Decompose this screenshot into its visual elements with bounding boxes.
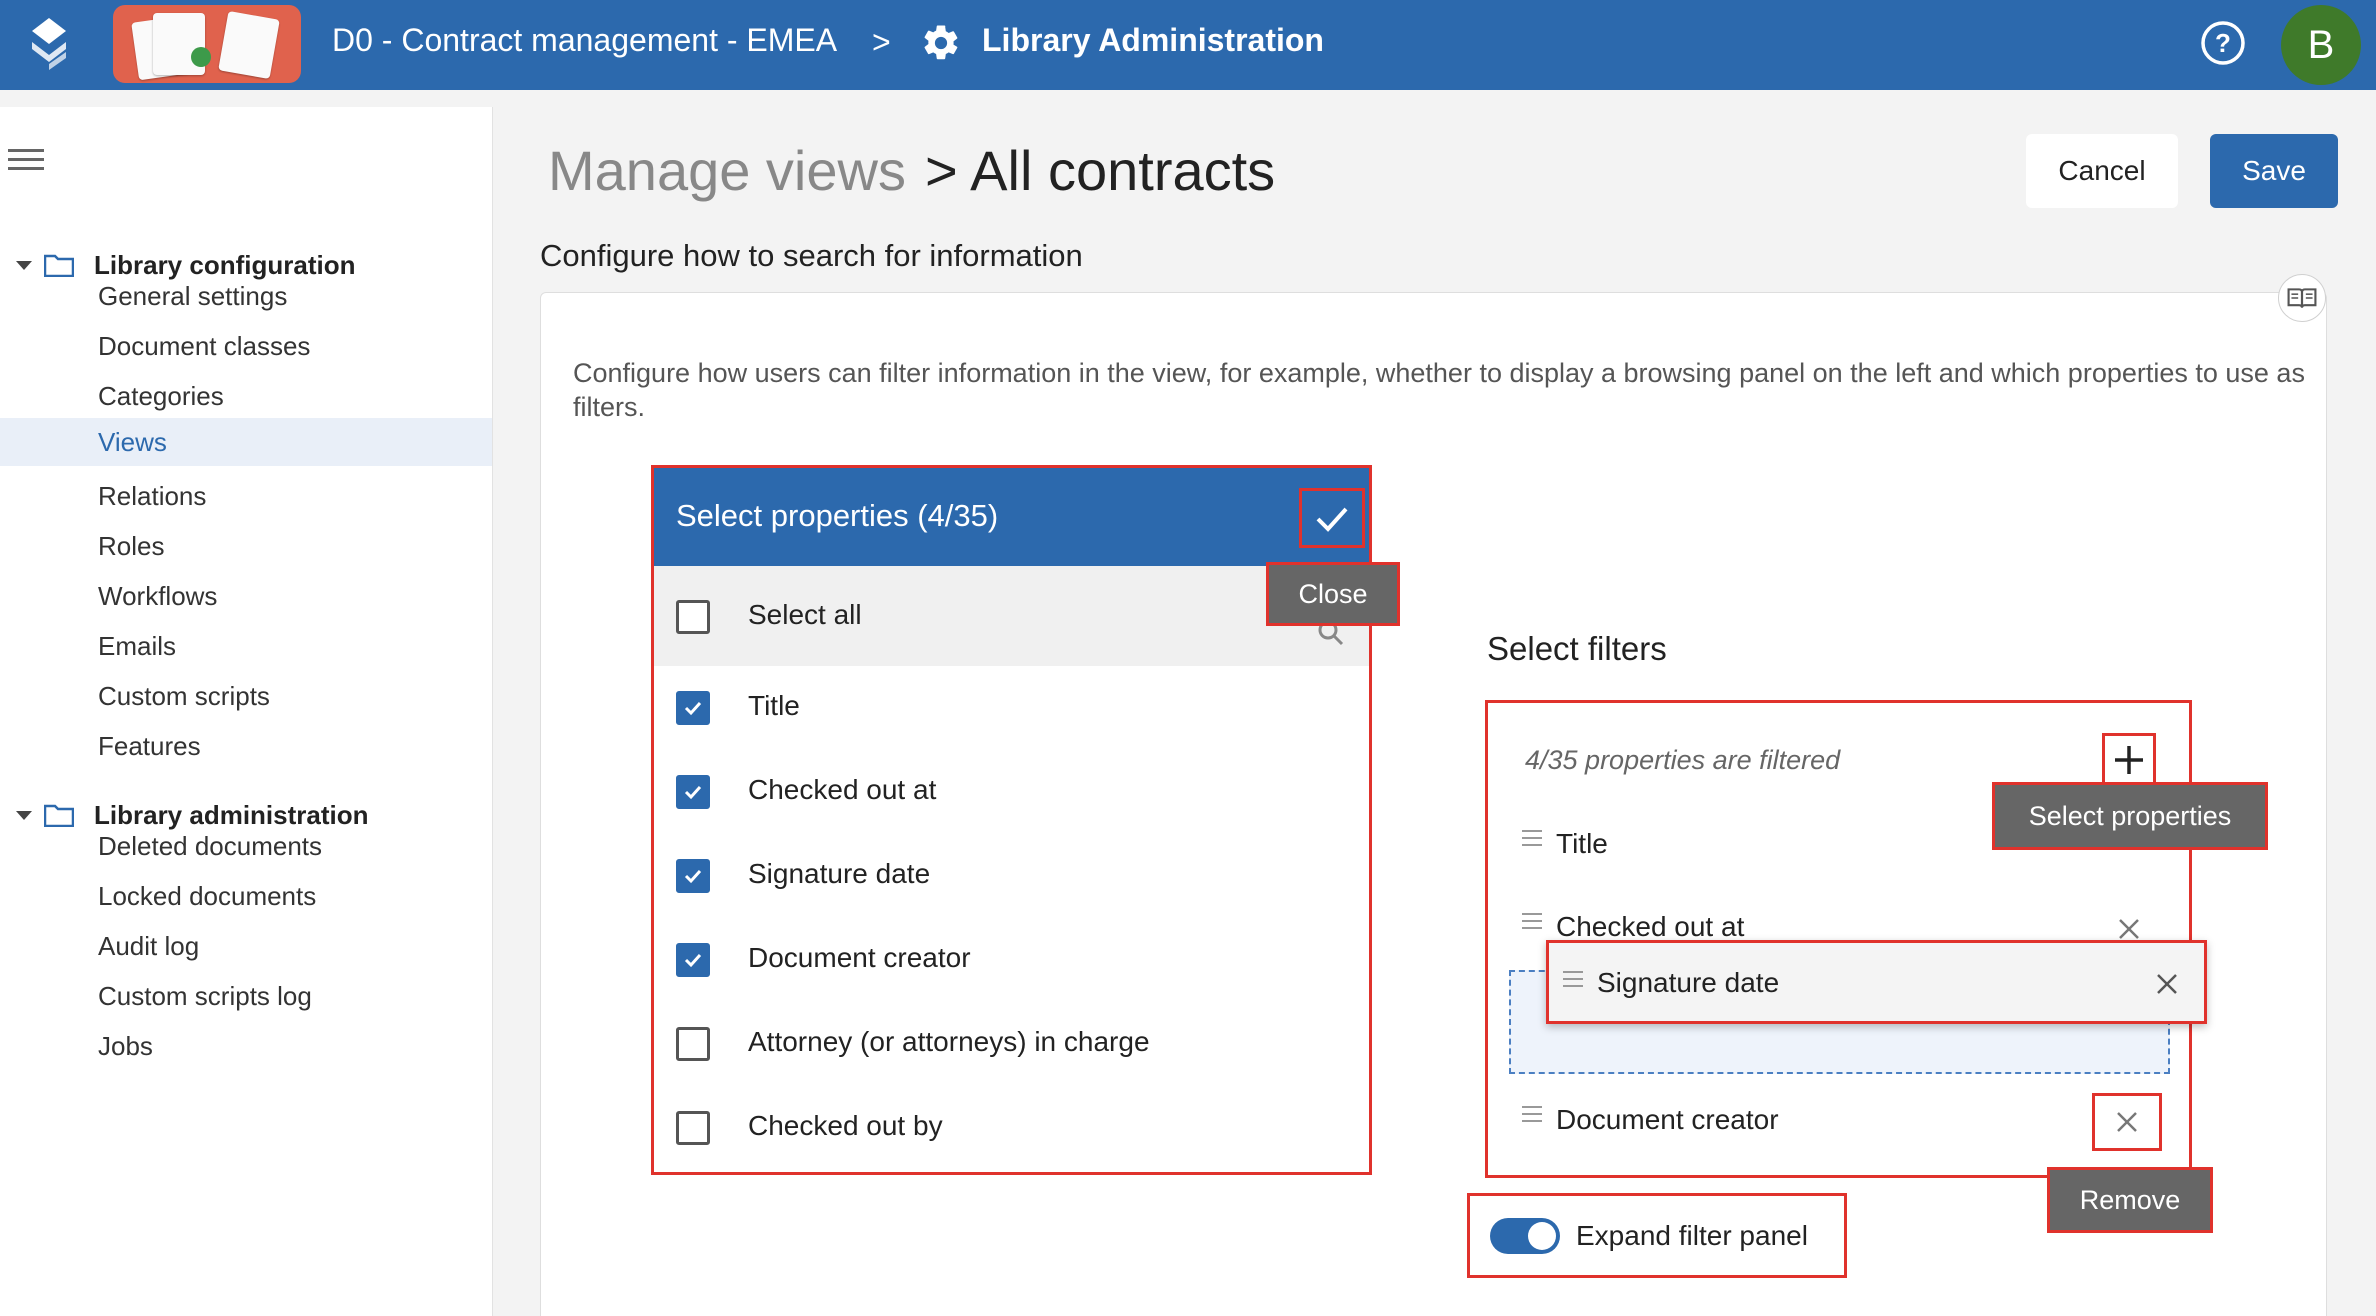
book-icon[interactable]: [2278, 274, 2326, 322]
sidebar-item-audit-log[interactable]: Audit log: [0, 922, 492, 970]
breadcrumb-manage-views[interactable]: Manage views: [548, 138, 906, 203]
select-all-checkbox[interactable]: [676, 600, 710, 634]
filter-item-label: Document creator: [1556, 1104, 1779, 1135]
drag-handle-icon[interactable]: [1563, 971, 1583, 993]
property-row[interactable]: Checked out at: [654, 750, 1369, 834]
confirm-close-button[interactable]: [1299, 488, 1365, 548]
close-tooltip: Close: [1266, 562, 1400, 626]
user-avatar[interactable]: B: [2281, 5, 2361, 85]
help-icon[interactable]: ?: [2200, 20, 2246, 66]
caret-down-icon[interactable]: [16, 260, 32, 270]
breadcrumb-separator: >: [872, 24, 891, 60]
property-label: Title: [748, 690, 800, 721]
add-filter-button[interactable]: [2102, 733, 2156, 787]
sidebar-item-general-settings[interactable]: General settings: [0, 272, 492, 320]
breadcrumb-library[interactable]: D0 - Contract management - EMEA: [332, 22, 837, 59]
checkmark-icon: [684, 785, 702, 800]
select-all-row[interactable]: Select all: [654, 566, 1369, 666]
property-row[interactable]: Document creator: [654, 918, 1369, 1002]
drag-handle-icon[interactable]: [1522, 913, 1542, 935]
expand-filter-panel-label: Expand filter panel: [1576, 1220, 1808, 1251]
sidebar-item-workflows[interactable]: Workflows: [0, 572, 492, 620]
drag-handle-icon[interactable]: [1522, 1106, 1542, 1128]
sidebar-item-categories[interactable]: Categories: [0, 372, 492, 420]
app-logo-icon[interactable]: [26, 18, 72, 70]
property-checkbox[interactable]: [676, 691, 710, 725]
property-label: Attorney (or attorneys) in charge: [748, 1026, 1150, 1057]
panel-title: Select properties (4/35): [676, 498, 999, 533]
sidebar-item-emails[interactable]: Emails: [0, 622, 492, 670]
filter-item-label: Checked out at: [1556, 911, 1745, 942]
property-row[interactable]: Checked out by: [654, 1086, 1369, 1170]
sidebar-item-jobs[interactable]: Jobs: [0, 1022, 492, 1070]
select-all-label: Select all: [748, 599, 862, 630]
checkmark-icon: [684, 869, 702, 884]
property-label: Checked out by: [748, 1110, 943, 1141]
select-properties-tooltip: Select properties: [1992, 782, 2268, 850]
caret-down-icon[interactable]: [16, 810, 32, 820]
property-label: Checked out at: [748, 774, 937, 805]
property-checkbox[interactable]: [676, 1027, 710, 1061]
sidebar-item-document-classes[interactable]: Document classes: [0, 322, 492, 370]
gear-icon: [924, 25, 958, 60]
sidebar-item-features[interactable]: Features: [0, 722, 492, 770]
property-checkbox[interactable]: [676, 1111, 710, 1145]
breadcrumb-current-page[interactable]: Library Administration: [982, 22, 1324, 59]
sidebar-item-locked-documents[interactable]: Locked documents: [0, 872, 492, 920]
sidebar-item-relations[interactable]: Relations: [0, 472, 492, 520]
section-description: Configure how users can filter informati…: [573, 358, 2305, 422]
filtered-count: 4/35 properties are filtered: [1525, 745, 1841, 775]
checkmark-icon: [684, 953, 702, 968]
top-bar: D0 - Contract management - EMEA > Librar…: [0, 0, 2376, 90]
sidebar: Library configuration General settings D…: [0, 107, 493, 1316]
property-row[interactable]: Signature date: [654, 834, 1369, 918]
property-checkbox[interactable]: [676, 775, 710, 809]
property-checkbox[interactable]: [676, 943, 710, 977]
remove-tooltip: Remove: [2047, 1167, 2213, 1233]
select-filters-title: Select filters: [1487, 630, 1667, 667]
select-properties-panel: Select properties (4/35) Select all Titl…: [651, 465, 1372, 1175]
close-icon: [2117, 1112, 2137, 1132]
close-icon[interactable]: [2116, 916, 2142, 942]
property-checkbox[interactable]: [676, 859, 710, 893]
svg-text:?: ?: [2215, 28, 2231, 58]
property-label: Document creator: [748, 942, 971, 973]
sidebar-item-custom-scripts-log[interactable]: Custom scripts log: [0, 972, 492, 1020]
checkmark-icon: [1316, 507, 1348, 532]
cancel-button[interactable]: Cancel: [2026, 134, 2178, 208]
sidebar-item-deleted-documents[interactable]: Deleted documents: [0, 822, 492, 870]
remove-filter-button[interactable]: [2092, 1093, 2162, 1151]
drag-handle-icon[interactable]: [1522, 830, 1542, 852]
save-button[interactable]: Save: [2210, 134, 2338, 208]
filter-item-label: Title: [1556, 828, 1608, 859]
sidebar-item-roles[interactable]: Roles: [0, 522, 492, 570]
property-row[interactable]: Title: [654, 666, 1369, 750]
sidebar-item-custom-scripts[interactable]: Custom scripts: [0, 672, 492, 720]
close-icon[interactable]: [2154, 971, 2180, 997]
expand-filter-panel-toggle[interactable]: [1490, 1218, 1560, 1254]
property-row[interactable]: Attorney (or attorneys) in charge: [654, 1002, 1369, 1086]
dragging-filter-item[interactable]: Signature date: [1546, 940, 2207, 1024]
library-thumbnail-icon[interactable]: [113, 5, 301, 83]
section-title: Configure how to search for information: [540, 238, 1083, 273]
expand-filter-panel-setting: Expand filter panel: [1467, 1193, 1847, 1278]
sidebar-item-views[interactable]: Views: [0, 418, 492, 466]
menu-icon[interactable]: [8, 149, 44, 175]
plus-icon: [2115, 746, 2143, 774]
checkmark-icon: [684, 701, 702, 716]
property-label: Signature date: [748, 858, 931, 889]
filter-item-label: Signature date: [1597, 967, 1780, 998]
page-title: > All contracts: [925, 139, 1276, 202]
panel-header: Select properties (4/35): [654, 468, 1369, 566]
